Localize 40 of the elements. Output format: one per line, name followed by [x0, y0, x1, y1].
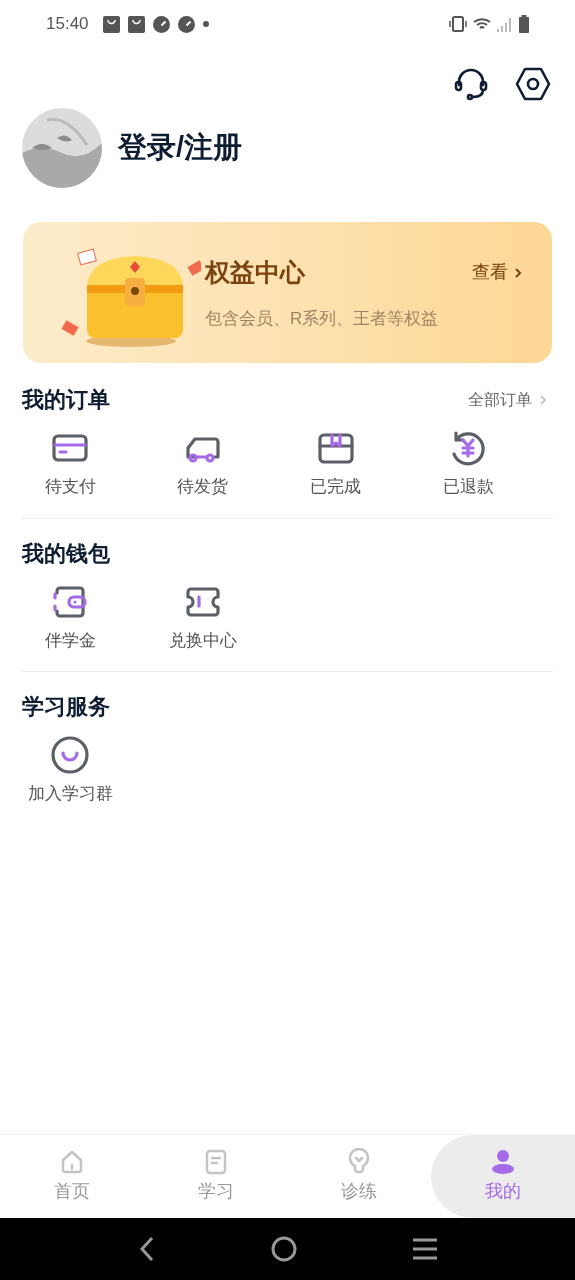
menu-icon[interactable] [410, 1237, 439, 1261]
section-title: 我的钱包 [22, 539, 110, 568]
section-title: 我的订单 [22, 386, 110, 414]
menu-item[interactable]: 加入学习群 [22, 735, 118, 807]
chevron-right-icon [514, 266, 522, 279]
menu-item[interactable]: 兑换中心 [154, 581, 251, 653]
section-title: 学习服务 [22, 693, 110, 721]
headset-icon[interactable] [453, 66, 489, 102]
menu-item-label: 待支付 [44, 476, 96, 498]
menu-item[interactable]: 待发货 [154, 428, 251, 500]
all-orders-link[interactable]: 全部订单 [468, 387, 553, 412]
settings-icon[interactable] [515, 66, 551, 102]
home-button-icon[interactable] [269, 1235, 298, 1263]
chevron-right-icon [540, 393, 547, 406]
menu-item-label: 加入学习群 [27, 783, 113, 805]
view-link[interactable]: 查看 [472, 259, 522, 287]
menu-item-label: 待发货 [177, 476, 229, 498]
menu-item[interactable]: 已退款 [420, 428, 517, 500]
shopping-bag-icon [127, 15, 145, 33]
menu-item-label: 已完成 [310, 476, 361, 498]
gauge-icon [177, 15, 195, 33]
battery-icon [519, 15, 529, 33]
status-time: 15:40 [46, 13, 89, 36]
benefits-title: 权益中心 [205, 257, 305, 288]
benefits-banner[interactable]: 权益中心 查看 包含会员、R系列、王者等权益 [23, 222, 552, 363]
dot-icon [202, 21, 209, 27]
menu-item-label: 兑换中心 [168, 629, 237, 652]
login-link[interactable]: 登录/注册 [118, 126, 243, 170]
gauge-icon [152, 15, 170, 33]
menu-item[interactable]: 待支付 [22, 428, 118, 500]
menu-item[interactable]: 已完成 [287, 428, 384, 500]
smile-icon [50, 735, 90, 775]
menu-item-label: 伴学金 [44, 629, 96, 652]
vibrate-icon [449, 16, 467, 32]
wifi-icon [473, 17, 491, 31]
benefits-subtitle: 包含会员、R系列、王者等权益 [205, 307, 440, 330]
shopping-bag-icon [102, 15, 120, 33]
menu-item-label: 已退款 [442, 476, 494, 498]
signal-icon [497, 16, 513, 32]
menu-item[interactable]: 伴学金 [22, 581, 118, 653]
